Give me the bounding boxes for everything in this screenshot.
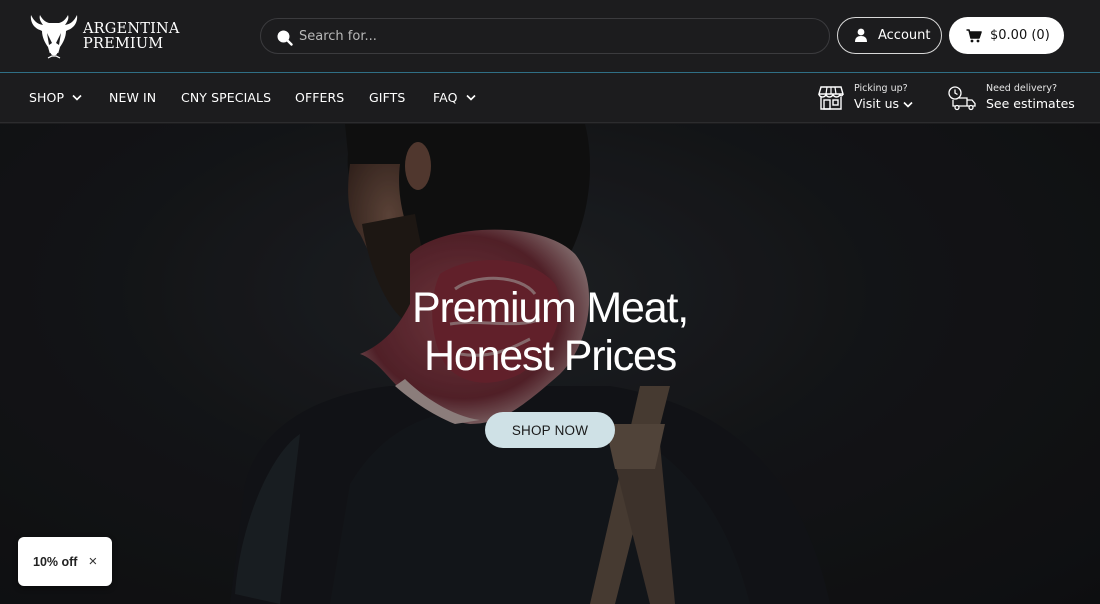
search-bar[interactable] — [260, 18, 830, 54]
brand-line-2: PREMIUM — [83, 36, 164, 52]
account-button[interactable]: Account — [837, 17, 942, 54]
nav-item-gifts[interactable]: GIFTS — [369, 90, 405, 105]
chevron-down-icon — [465, 94, 476, 101]
delivery-label: See estimates — [986, 96, 1075, 111]
nav-item-label: CNY SPECIALS — [181, 90, 272, 105]
pickup-text: Picking up? Visit us — [854, 83, 913, 113]
cart-total: $0.00 (0) — [990, 28, 1050, 43]
discount-popup[interactable]: 10% off × — [18, 537, 112, 586]
delivery-text: Need delivery? See estimates — [986, 83, 1075, 113]
hero-title-line-2: Honest Prices — [423, 332, 677, 380]
bull-head-icon — [30, 15, 78, 59]
hero-title-line-1: Premium Meat, — [412, 284, 689, 332]
chevron-down-icon — [72, 94, 82, 101]
delivery-link[interactable]: Need delivery? See estimates — [947, 83, 1075, 113]
main-nav: SHOP NEW IN CNY SPECIALS OFFERS GIFTS FA… — [0, 74, 1100, 123]
pickup-caption: Picking up? — [854, 83, 908, 94]
brand-line-1: ARGENTINA — [83, 21, 180, 37]
shop-now-button[interactable]: SHOP NOW — [485, 412, 615, 448]
brand-logo[interactable]: ARGENTINA PREMIUM — [28, 13, 180, 59]
chevron-down-icon — [903, 101, 913, 108]
pickup-link[interactable]: Picking up? Visit us — [817, 83, 913, 113]
hero-title: Premium Meat, Honest Prices — [300, 284, 800, 380]
nav-item-shop[interactable]: SHOP — [29, 90, 82, 105]
delivery-truck-icon — [948, 86, 976, 111]
account-label: Account — [878, 28, 931, 43]
site-header: ARGENTINA PREMIUM Account $0.00 (0) — [0, 0, 1100, 73]
nav-item-offers[interactable]: OFFERS — [295, 90, 344, 105]
nav-item-label: GIFTS — [369, 90, 406, 105]
cart-button[interactable]: $0.00 (0) — [949, 17, 1064, 54]
nav-item-label: FAQ — [433, 90, 458, 105]
pickup-action: Visit us — [854, 95, 913, 113]
cart-icon — [966, 28, 982, 42]
brand-name: ARGENTINA PREMIUM — [83, 22, 180, 52]
pickup-label: Visit us — [854, 96, 900, 111]
delivery-caption: Need delivery? — [986, 83, 1058, 94]
nav-item-label: OFFERS — [295, 90, 345, 105]
nav-item-cny-specials[interactable]: CNY SPECIALS — [181, 90, 271, 105]
user-icon — [855, 28, 867, 42]
hero-banner: Premium Meat, Honest Prices SHOP NOW — [0, 124, 1100, 604]
close-icon[interactable]: × — [88, 553, 97, 570]
nav-item-faq[interactable]: FAQ — [433, 90, 476, 105]
discount-label[interactable]: 10% off — [33, 555, 77, 569]
nav-item-new-in[interactable]: NEW IN — [109, 90, 156, 105]
storefront-icon — [818, 86, 844, 110]
search-icon[interactable] — [276, 29, 293, 46]
search-input[interactable] — [299, 19, 819, 53]
nav-item-label: SHOP — [29, 90, 65, 105]
nav-item-label: NEW IN — [109, 90, 157, 105]
